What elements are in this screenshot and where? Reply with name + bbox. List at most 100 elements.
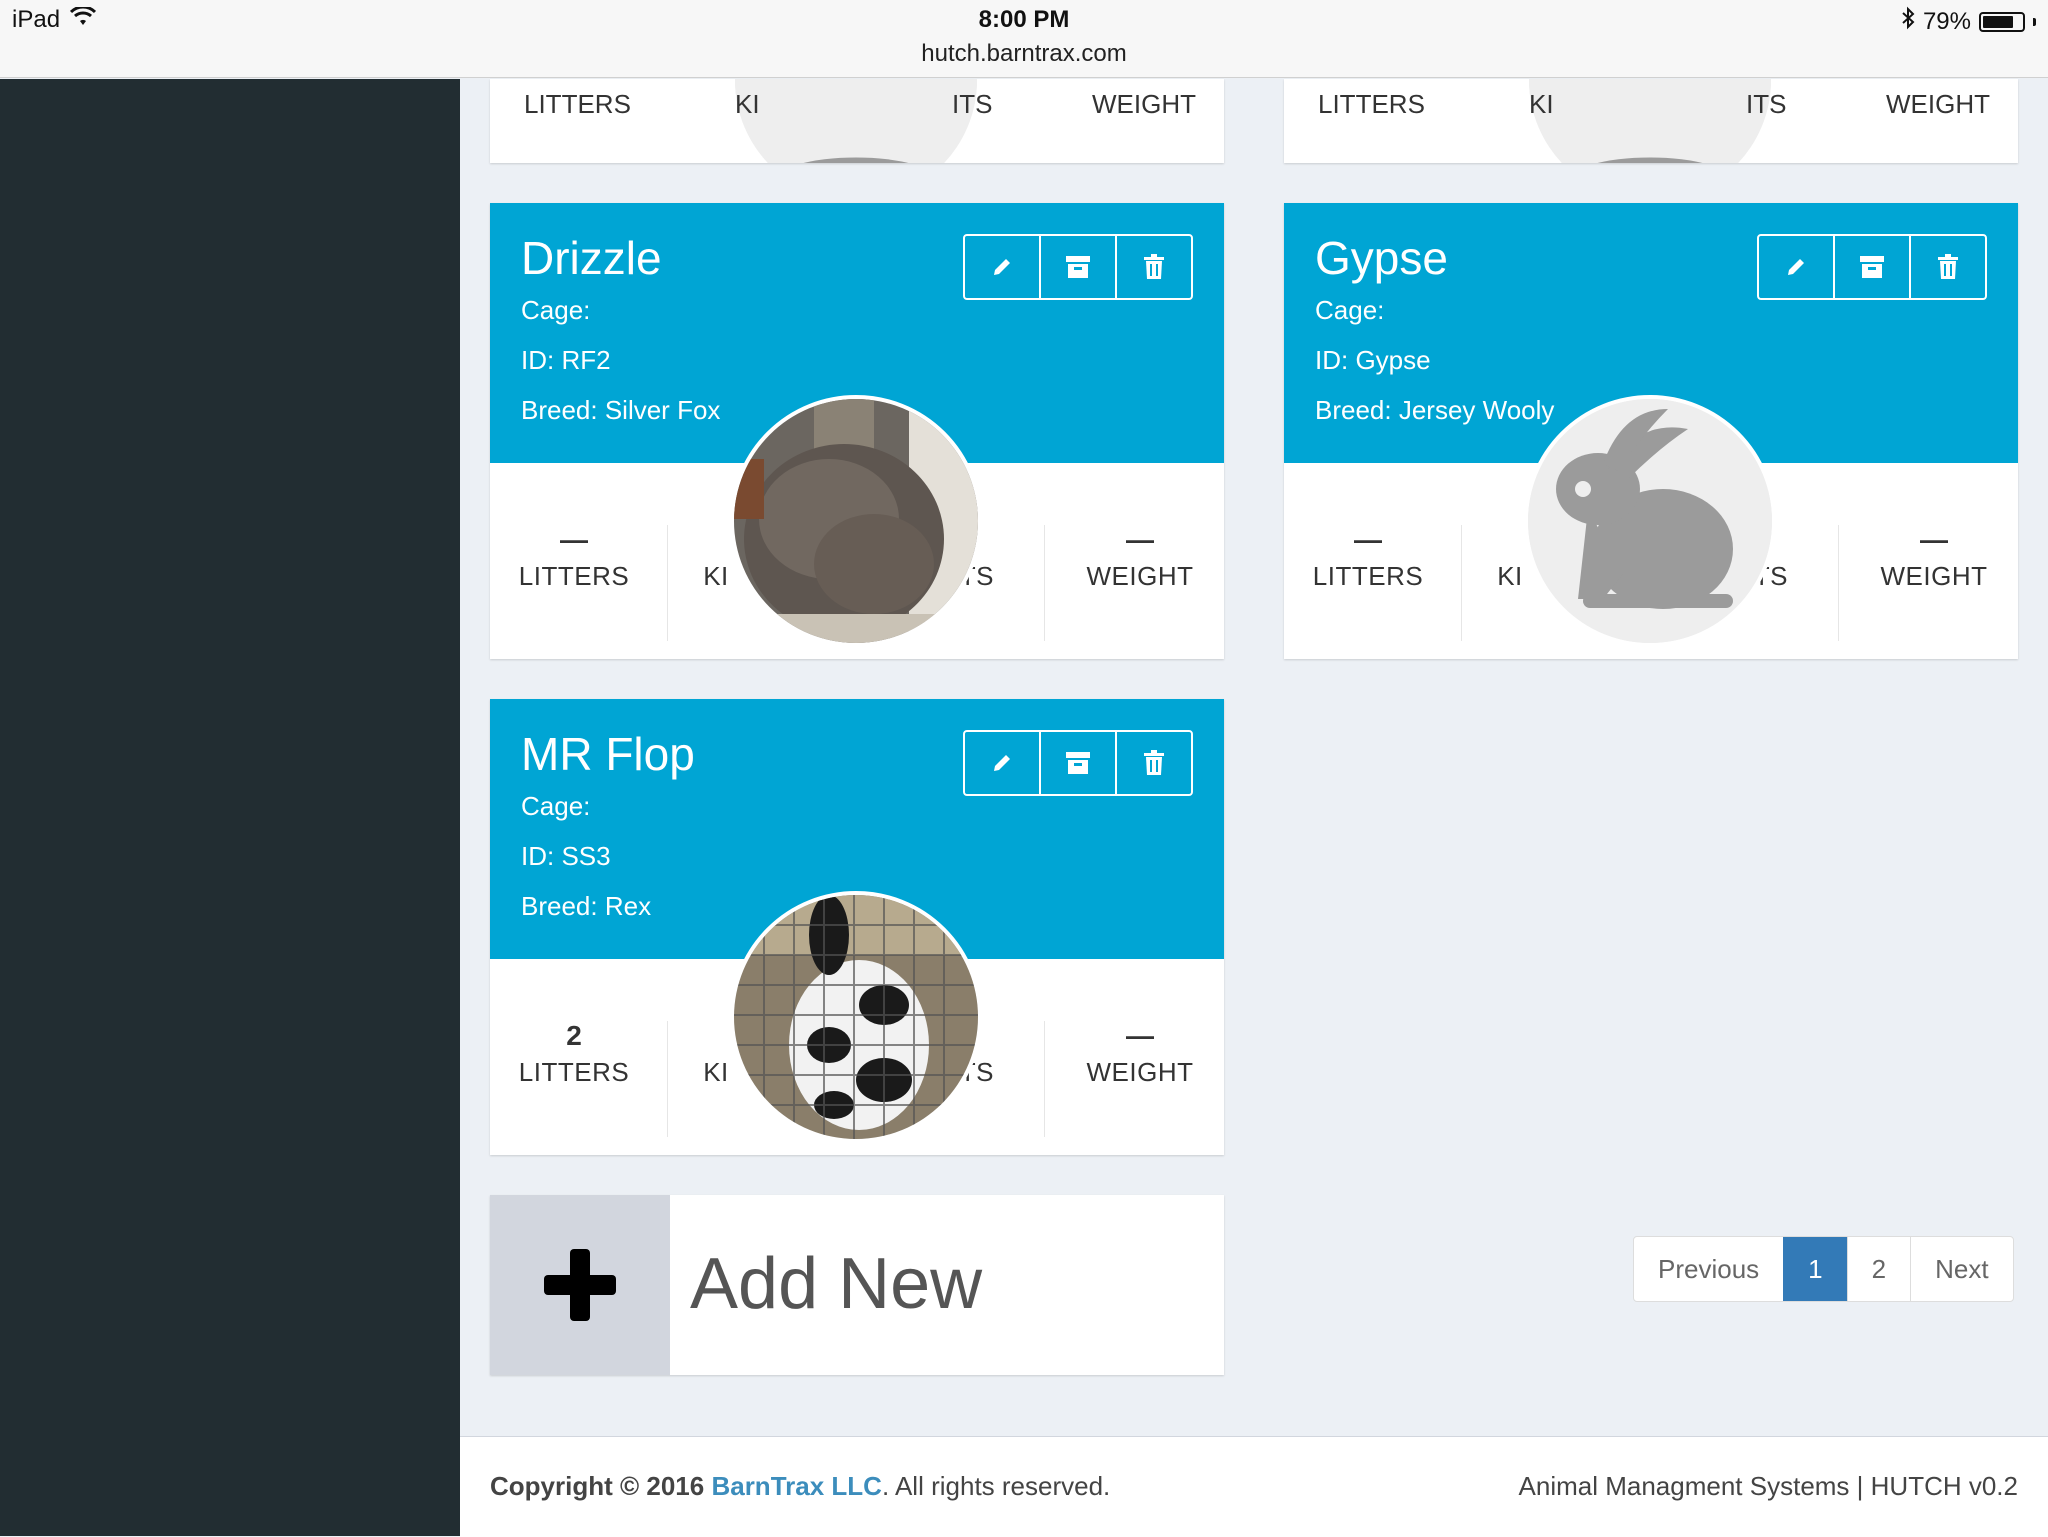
stat-label-kits-right: ITS bbox=[1746, 89, 1787, 119]
sidebar bbox=[0, 79, 460, 1536]
card-action-buttons bbox=[963, 234, 1193, 300]
battery-icon bbox=[1979, 11, 2025, 32]
litters-value: — bbox=[560, 524, 588, 555]
pagination-page-1[interactable]: 1 bbox=[1783, 1237, 1847, 1301]
animal-breed: Breed: Jersey Wooly bbox=[1315, 395, 1555, 425]
card-action-buttons bbox=[1757, 234, 1987, 300]
animal-breed: Breed: Rex bbox=[521, 891, 652, 921]
archive-button[interactable] bbox=[1039, 236, 1115, 298]
animal-name[interactable]: Gypse bbox=[1315, 231, 1448, 285]
ios-status-bar: iPad 8:00 PM hutch.barntrax.com 79% bbox=[0, 0, 2048, 78]
stat-litters: — LITTERS bbox=[490, 523, 658, 592]
partial-card-right: LITTERS KI ITS WEIGHT bbox=[1284, 79, 2018, 163]
stat-divider bbox=[1044, 1021, 1045, 1137]
weight-value: — bbox=[1920, 524, 1948, 555]
archive-button[interactable] bbox=[1833, 236, 1909, 298]
battery-level bbox=[1983, 15, 2013, 28]
card-action-buttons bbox=[963, 730, 1193, 796]
partial-card-left: LITTERS KI ITS WEIGHT bbox=[490, 79, 1224, 163]
edit-button[interactable] bbox=[1759, 236, 1833, 298]
animal-card[interactable]: Gypse Cage: ID: Gypse Breed: Jersey Wool… bbox=[1284, 203, 2018, 659]
delete-button[interactable] bbox=[1115, 732, 1191, 794]
app-version-text: Animal Managment Systems | HUTCH v0.2 bbox=[1518, 1471, 2018, 1501]
animal-id: ID: Gypse bbox=[1315, 345, 1431, 375]
pagination: Previous 1 2 Next bbox=[1633, 1236, 2014, 1302]
archive-icon bbox=[1066, 256, 1090, 278]
stat-label-kits-right: ITS bbox=[952, 89, 993, 119]
litters-value: — bbox=[1354, 524, 1382, 555]
rabbit-placeholder-icon bbox=[1529, 79, 1771, 163]
pencil-icon bbox=[1788, 259, 1804, 275]
animal-name[interactable]: Drizzle bbox=[521, 231, 662, 285]
pagination-page-2[interactable]: 2 bbox=[1846, 1237, 1910, 1301]
stat-label-litters: LITTERS bbox=[1318, 89, 1425, 119]
litters-value: 2 bbox=[566, 1020, 582, 1051]
stat-weight: — WEIGHT bbox=[1850, 523, 2018, 592]
animal-id: ID: RF2 bbox=[521, 345, 611, 375]
kits-label-left: KI bbox=[703, 561, 729, 591]
kits-label-left: KI bbox=[703, 1057, 729, 1087]
stat-weight: — WEIGHT bbox=[1056, 523, 1224, 592]
battery-percent: 79% bbox=[1922, 7, 1971, 35]
stat-divider bbox=[1838, 525, 1839, 641]
stat-label-litters: LITTERS bbox=[524, 89, 631, 119]
add-new-button[interactable]: Add New bbox=[490, 1195, 1224, 1375]
rabbit-placeholder-icon bbox=[1528, 399, 1772, 643]
bluetooth-icon bbox=[1901, 6, 1915, 37]
pencil-icon bbox=[994, 259, 1010, 275]
archive-icon bbox=[1860, 256, 1884, 278]
stat-litters: 2 LITTERS bbox=[490, 1019, 658, 1088]
animal-breed: Breed: Silver Fox bbox=[521, 395, 721, 425]
company-link[interactable]: BarnTrax LLC bbox=[711, 1471, 882, 1501]
animal-cage: Cage: bbox=[1315, 295, 1385, 325]
stat-weight: — WEIGHT bbox=[1056, 1019, 1224, 1088]
archive-icon bbox=[1066, 752, 1090, 774]
battery-tip bbox=[2033, 17, 2036, 26]
delete-button[interactable] bbox=[1909, 236, 1985, 298]
delete-button[interactable] bbox=[1115, 236, 1191, 298]
animal-id: ID: SS3 bbox=[521, 841, 611, 871]
black-white-rabbit-in-cage-photo bbox=[734, 895, 978, 1139]
weight-label: WEIGHT bbox=[1086, 561, 1194, 591]
weight-value: — bbox=[1126, 1020, 1154, 1051]
animal-photo[interactable] bbox=[1524, 395, 1776, 647]
stat-label-weight: WEIGHT bbox=[1092, 89, 1196, 119]
weight-value: — bbox=[1126, 524, 1154, 555]
stat-litters: — LITTERS bbox=[1284, 523, 1452, 592]
weight-label: WEIGHT bbox=[1880, 561, 1988, 591]
animal-card[interactable]: MR Flop Cage: ID: SS3 Breed: Rex 2 LITTE… bbox=[490, 699, 1224, 1155]
stat-divider bbox=[667, 1021, 668, 1137]
animal-photo[interactable] bbox=[730, 891, 982, 1143]
archive-button[interactable] bbox=[1039, 732, 1115, 794]
trash-icon bbox=[1938, 254, 1958, 279]
address-bar-url[interactable]: hutch.barntrax.com bbox=[0, 40, 2048, 68]
animal-name[interactable]: MR Flop bbox=[521, 727, 695, 781]
stat-label-weight: WEIGHT bbox=[1886, 89, 1990, 119]
stat-divider bbox=[667, 525, 668, 641]
weight-label: WEIGHT bbox=[1086, 1057, 1194, 1087]
litters-label: LITTERS bbox=[518, 1057, 630, 1087]
stat-divider bbox=[1044, 525, 1045, 641]
litters-label: LITTERS bbox=[518, 561, 630, 591]
stat-divider bbox=[1461, 525, 1462, 641]
pencil-icon bbox=[994, 755, 1010, 771]
plus-icon bbox=[490, 1195, 670, 1375]
animal-card[interactable]: Drizzle Cage: ID: RF2 Breed: Silver Fox … bbox=[490, 203, 1224, 659]
clock: 8:00 PM bbox=[978, 6, 1070, 33]
stat-label-kits-left: KI bbox=[735, 89, 760, 119]
animal-photo[interactable] bbox=[730, 395, 982, 647]
kits-label-left: KI bbox=[1497, 561, 1523, 591]
litters-label: LITTERS bbox=[1312, 561, 1424, 591]
rights-text: . All rights reserved. bbox=[881, 1471, 1111, 1501]
edit-button[interactable] bbox=[965, 732, 1039, 794]
animal-cage: Cage: bbox=[521, 791, 591, 821]
stat-label-kits-left: KI bbox=[1529, 89, 1554, 119]
pagination-previous[interactable]: Previous bbox=[1634, 1237, 1783, 1301]
trash-icon bbox=[1144, 750, 1164, 775]
footer: Copyright © 2016 BarnTrax LLC. All right… bbox=[460, 1436, 2048, 1537]
edit-button[interactable] bbox=[965, 236, 1039, 298]
add-new-label: Add New bbox=[690, 1244, 983, 1324]
rabbit-placeholder-icon bbox=[735, 79, 977, 163]
animal-cage: Cage: bbox=[521, 295, 591, 325]
pagination-next[interactable]: Next bbox=[1910, 1237, 2012, 1301]
